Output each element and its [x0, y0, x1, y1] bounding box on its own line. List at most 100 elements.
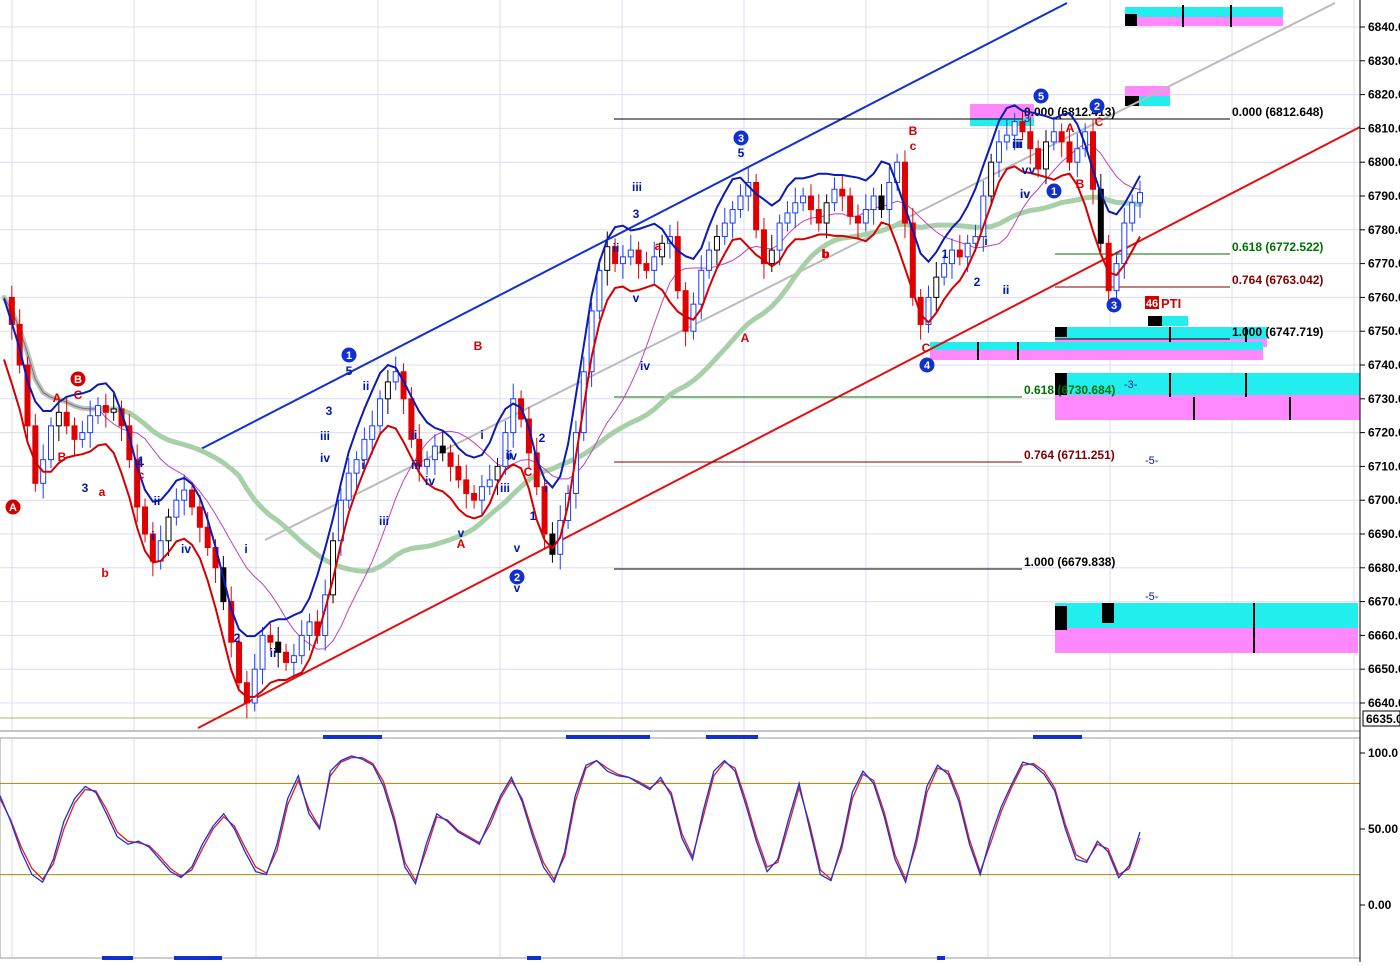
candle-body — [384, 381, 391, 400]
candle-body — [486, 479, 493, 488]
wave-label: i — [984, 234, 987, 248]
wave-label: 1 — [530, 509, 537, 523]
box-label: -5- — [1145, 591, 1159, 603]
wave-label: iv — [640, 359, 650, 373]
candle-body — [964, 242, 971, 258]
candle-body — [823, 202, 830, 224]
candle-body — [361, 438, 368, 461]
elliott-wave-chart: 0.000 (6812.648) 0.618 (6772.522) 0.764 (6… — [0, 0, 1400, 962]
candle-body — [784, 212, 791, 224]
wave-circle-label: 2 — [1094, 101, 1100, 113]
candle-body — [1050, 131, 1057, 143]
wave-label: 2 — [539, 431, 546, 445]
wave-label: b — [822, 247, 829, 261]
osc-tick-label: 100.0 — [1368, 746, 1398, 760]
candle-body — [259, 634, 266, 670]
price-tick-label: 6750.0 — [1368, 324, 1400, 338]
wave-label: v — [514, 541, 521, 555]
wave-label: ii — [613, 241, 620, 255]
wave-label: B — [58, 450, 67, 464]
price-tick-label: 6790.0 — [1368, 189, 1400, 203]
candle-body — [854, 215, 861, 224]
projection-box — [930, 342, 1263, 350]
wave-circle-label: 3 — [1111, 300, 1117, 312]
fib-level-label: 1.000 (6679.838) — [1024, 555, 1115, 569]
box-label: 3 — [1024, 113, 1030, 125]
pti-value: 46 — [1146, 298, 1158, 310]
wave-label: i — [151, 529, 154, 543]
candle-body — [196, 506, 203, 528]
candle-body — [643, 263, 650, 271]
candle-body — [267, 634, 274, 643]
candle-body — [713, 236, 720, 251]
time-marker-bar — [1033, 735, 1082, 739]
projection-box — [1125, 7, 1283, 17]
box-label: -5- — [1145, 455, 1159, 467]
pti-label: PTI — [1161, 296, 1181, 311]
wave-label: A — [1066, 121, 1075, 135]
fib-level-label: 1.000 (6747.719) — [1232, 325, 1323, 339]
candle-body — [1113, 263, 1120, 292]
candle-body — [604, 246, 611, 271]
price-tick-label: 6700.0 — [1368, 493, 1400, 507]
candle-body — [839, 188, 846, 197]
candle-body — [1027, 131, 1034, 150]
candle-body — [596, 269, 603, 312]
candle-body — [807, 195, 814, 211]
price-tick-label: 6650.0 — [1368, 662, 1400, 676]
projection-box — [1125, 86, 1170, 96]
wave-label: ii — [363, 379, 370, 393]
fib-level-label: 0.000 (6812.648) — [1232, 105, 1323, 119]
candle-body — [800, 195, 807, 204]
candle-body — [478, 486, 485, 501]
projection-box-marker — [1148, 316, 1162, 326]
wave-label: iii — [320, 429, 330, 443]
candle-body — [619, 256, 626, 265]
candle-body — [447, 452, 454, 467]
candle-body — [1011, 121, 1018, 136]
candle-body — [847, 195, 854, 217]
wave-circle-label: 4 — [924, 360, 931, 372]
candle-body — [729, 209, 736, 224]
candle-body — [988, 161, 995, 197]
candle-body — [1042, 141, 1049, 170]
candle-body — [142, 506, 149, 535]
fib-level-label: 0.764 (6711.251) — [1024, 448, 1115, 462]
candle-body — [455, 465, 462, 481]
wave-label: C — [524, 465, 533, 479]
candle-body — [776, 222, 783, 251]
wave-circle-label: 1 — [346, 350, 352, 362]
wave-label: B — [909, 124, 918, 138]
candle-body — [627, 249, 634, 258]
wave-label: C — [74, 388, 83, 402]
candle-body — [1089, 131, 1096, 190]
candle-body — [792, 202, 799, 214]
candle-body — [941, 263, 948, 278]
price-tick-label: 6770.0 — [1368, 257, 1400, 271]
wave-label: C — [922, 341, 931, 355]
candle-body — [1137, 192, 1143, 204]
fib-level-label: 0.618 (6730.684) — [1024, 383, 1115, 397]
candle-body — [1121, 222, 1128, 265]
candle-body — [463, 479, 470, 494]
wave-label: c — [138, 468, 145, 482]
projection-box-marker — [1055, 606, 1067, 630]
time-marker-bar — [566, 735, 650, 739]
wave-label: B — [1076, 177, 1085, 191]
candle-body — [439, 445, 446, 454]
projection-box — [1125, 17, 1283, 26]
time-marker-bar — [937, 956, 945, 960]
price-tick-label: 6730.0 — [1368, 392, 1400, 406]
candle-body — [1129, 202, 1136, 224]
wave-label: 1 — [942, 247, 949, 261]
wave-label: C — [1095, 115, 1104, 129]
osc-tick-label: 50.00 — [1368, 822, 1398, 836]
price-tick-label: 6800.0 — [1368, 155, 1400, 169]
wave-label: 5 — [738, 146, 745, 160]
projection-box — [1055, 628, 1358, 653]
time-marker-bar — [102, 956, 133, 960]
wave-label: iii — [500, 481, 510, 495]
time-marker-bar — [323, 735, 382, 739]
wave-label: ii — [411, 428, 418, 442]
wave-label: i — [244, 542, 247, 556]
